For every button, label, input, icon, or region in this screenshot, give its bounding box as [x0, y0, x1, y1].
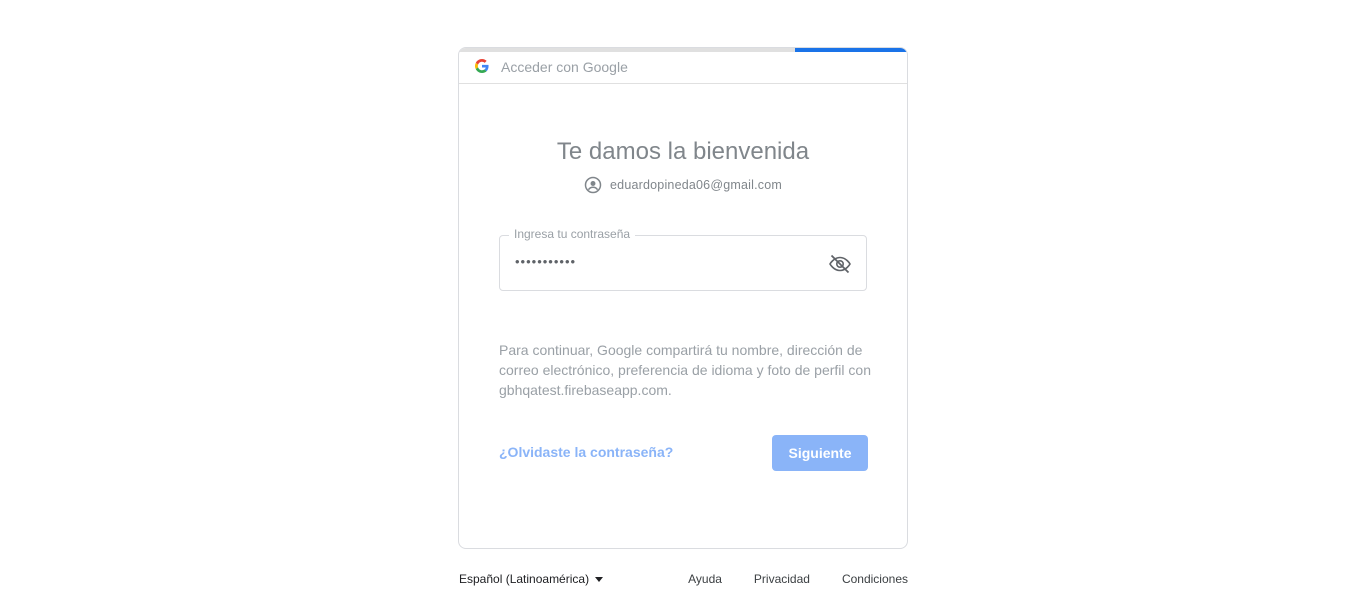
forgot-password-link[interactable]: ¿Olvidaste la contraseña?	[499, 444, 673, 460]
account-email: eduardopineda06@gmail.com	[610, 178, 782, 192]
caret-down-icon	[595, 576, 604, 582]
card-header: Acceder con Google	[459, 52, 907, 84]
language-selector[interactable]: Español (Latinoamérica)	[459, 572, 604, 586]
account-circle-icon	[584, 176, 602, 194]
account-chip[interactable]: eduardopineda06@gmail.com	[459, 176, 907, 194]
header-title: Acceder con Google	[501, 59, 628, 75]
eye-off-icon[interactable]	[828, 252, 852, 276]
password-field[interactable]: Ingresa tu contraseña	[499, 227, 867, 291]
footer-link-privacy[interactable]: Privacidad	[754, 572, 810, 586]
consent-text: Para continuar, Google compartirá tu nom…	[499, 342, 871, 398]
page-title: Te damos la bienvenida	[556, 138, 810, 165]
signin-card: Acceder con Google Te damos la bienvenid…	[458, 47, 908, 549]
footer-link-help[interactable]: Ayuda	[688, 572, 722, 586]
password-label: Ingresa tu contraseña	[509, 227, 636, 241]
password-input[interactable]	[515, 254, 815, 269]
footer-links: Ayuda Privacidad Condiciones	[656, 572, 908, 586]
footer: Español (Latinoamérica) Ayuda Privacidad…	[458, 572, 908, 592]
language-label: Español (Latinoamérica)	[459, 572, 590, 586]
footer-link-terms[interactable]: Condiciones	[842, 572, 908, 586]
google-g-icon	[475, 59, 489, 73]
next-button[interactable]: Siguiente	[772, 435, 868, 471]
